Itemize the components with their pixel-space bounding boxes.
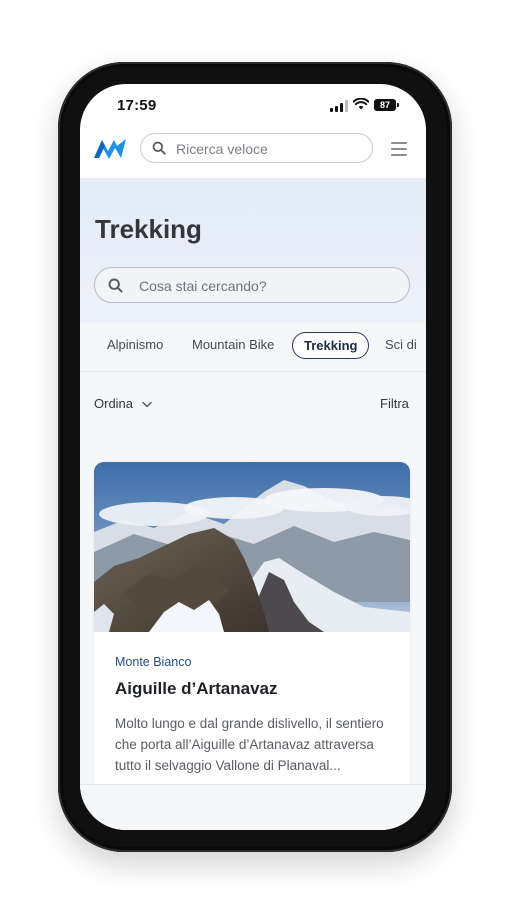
hamburger-icon[interactable] (391, 142, 407, 160)
quick-search-input[interactable]: Ricerca veloce (140, 133, 373, 163)
page-title: Trekking (95, 214, 202, 244)
main-search-input[interactable]: Cosa stai cercando? (94, 267, 410, 303)
battery-icon: 87 (374, 99, 399, 111)
tab-mountain-bike[interactable]: Mountain Bike (192, 337, 274, 352)
route-card[interactable]: Monte Bianco Aiguille d’Artanavaz Molto … (94, 462, 410, 830)
status-bar: 17:59 87 (80, 84, 426, 128)
tab-trekking[interactable]: Trekking (292, 332, 370, 359)
app-header: Ricerca veloce (80, 128, 426, 178)
category-tabs: Alpinismo Mountain Bike Trekking Sci di (80, 322, 426, 372)
card-description: Molto lungo e dal grande dislivello, il … (115, 716, 384, 773)
search-icon (108, 278, 123, 293)
hero-section: Trekking Cosa stai cercando? (80, 178, 426, 322)
card-region-link[interactable]: Monte Bianco (115, 655, 191, 669)
filter-button[interactable]: Filtra (380, 396, 409, 411)
cellular-signal-icon (330, 100, 348, 112)
tab-alpinismo[interactable]: Alpinismo (107, 337, 163, 352)
route-photo (94, 462, 410, 632)
sort-label: Ordina (94, 396, 134, 411)
sort-dropdown[interactable]: Ordina (94, 396, 152, 411)
card-title[interactable]: Aiguille d’Artanavaz (115, 679, 277, 699)
chevron-down-icon (141, 401, 152, 408)
search-icon (152, 141, 166, 155)
main-search-placeholder: Cosa stai cercando? (139, 278, 267, 294)
quick-search-placeholder: Ricerca veloce (176, 141, 268, 157)
sort-filter-bar: Ordina Filtra (80, 372, 426, 434)
wifi-icon (353, 98, 369, 110)
tab-sci[interactable]: Sci di (385, 337, 417, 352)
app-logo[interactable] (93, 136, 127, 162)
phone-screen: 17:59 87 Ricerca veloce Trekking Cosa st… (80, 84, 426, 830)
status-time: 17:59 (117, 97, 157, 114)
bottom-toolbar (80, 784, 426, 830)
